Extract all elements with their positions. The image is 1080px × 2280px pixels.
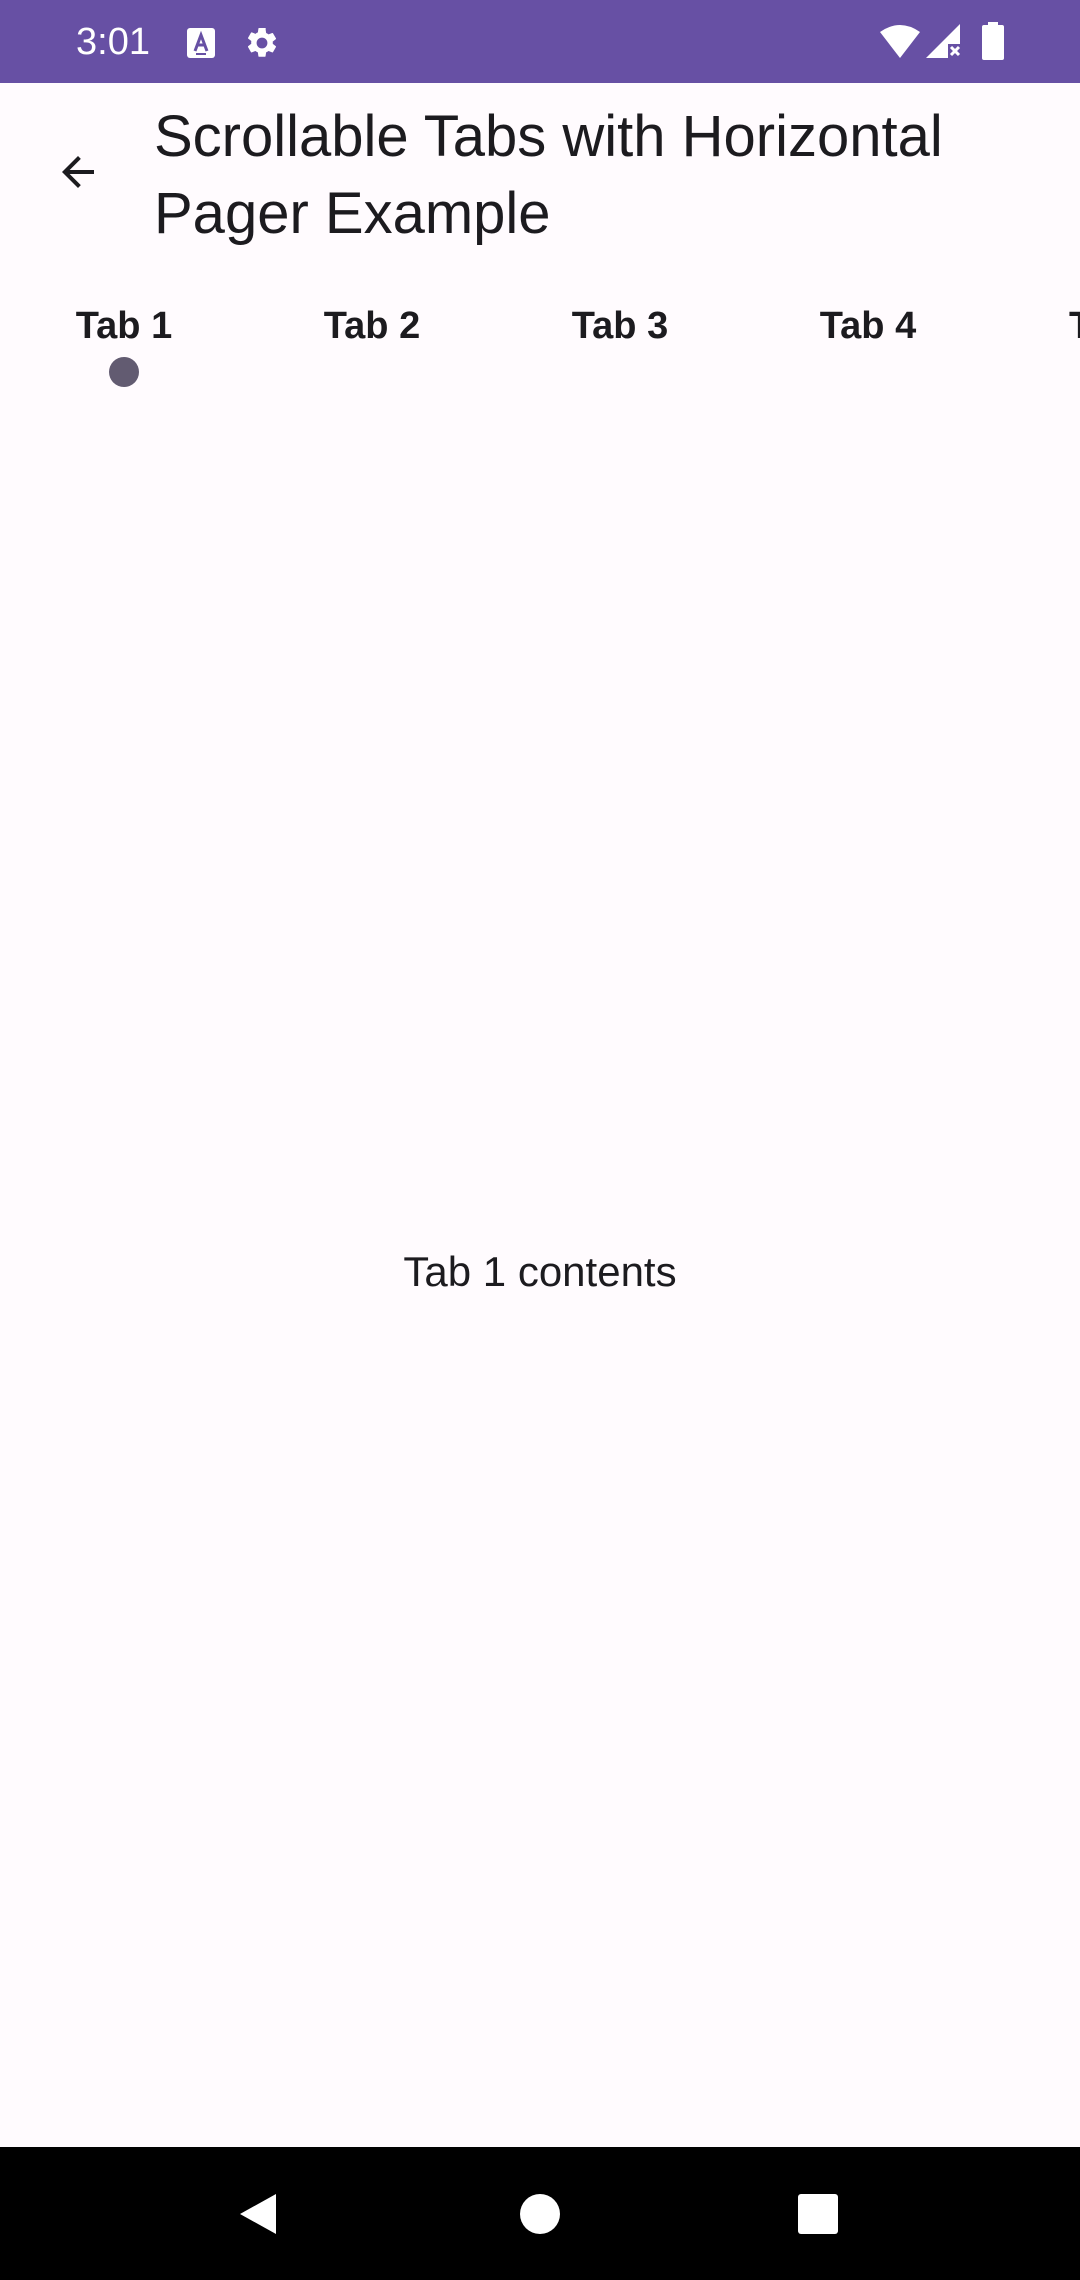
settings-gear-icon [247,27,277,57]
scrollable-tab-row[interactable]: Tab 1 Tab 2 Tab 3 Tab 4 T [0,280,1080,400]
cell-signal-no-data-icon [926,24,961,58]
tab-5-partial[interactable]: T [992,280,1080,390]
tab-label: Tab 4 [819,305,917,347]
tab-label: Tab 2 [323,305,421,347]
tab-1[interactable]: Tab 1 [0,280,248,390]
tab-indicator-dot [109,357,139,387]
system-navigation-bar [0,2147,1080,2280]
a11y-text-icon [187,28,215,58]
status-bar: 3:01 [0,0,1080,83]
battery-icon [982,22,1004,60]
status-time: 3:01 [76,21,150,63]
tab-label: T [1069,302,1080,350]
page-title: Scrollable Tabs with Horizontal Pager Ex… [154,104,943,246]
tab-2[interactable]: Tab 2 [248,280,496,390]
arrow-back-icon [62,156,94,188]
nav-back-button[interactable] [198,2147,318,2280]
tab-label: Tab 3 [571,305,669,347]
horizontal-pager[interactable]: Tab 1 contents [0,400,1080,2147]
back-button[interactable] [36,130,120,214]
tab-label: Tab 1 [75,305,173,347]
tab-4[interactable]: Tab 4 [744,280,992,390]
top-app-bar: Scrollable Tabs with Horizontal Pager Ex… [0,83,1080,260]
home-circle-icon [520,2193,560,2234]
pager-page-content: Tab 1 contents [403,1248,677,1295]
nav-recents-button[interactable] [758,2147,878,2280]
nav-home-button[interactable] [480,2147,600,2280]
recents-square-icon [798,2193,838,2234]
wifi-icon [880,25,920,58]
tab-3[interactable]: Tab 3 [496,280,744,390]
back-triangle-icon [240,2193,276,2234]
screen: 3:01 Scrollable Tabs with Horizontal Pag… [0,0,1080,2280]
